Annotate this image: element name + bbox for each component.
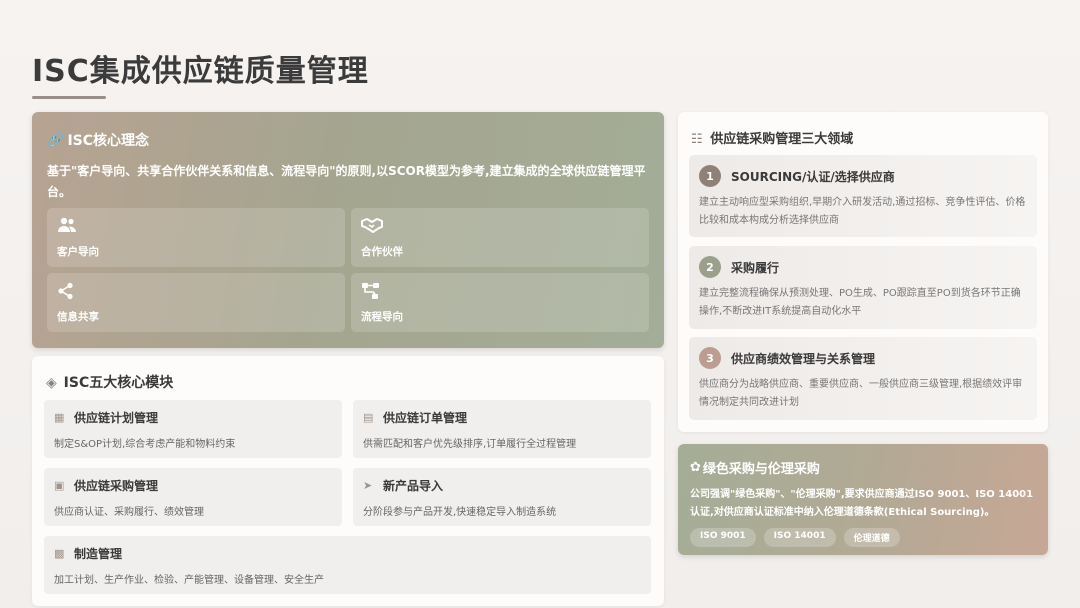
core-description: 基于"客户导向、共享合作伙伴关系和信息、流程导向"的原则,以SCOR模型为参考,… — [47, 164, 646, 199]
module-desc: 加工计划、生产作业、检验、产能管理、设备管理、安全生产 — [54, 575, 324, 586]
principle-partner: 合作伙伴 — [351, 208, 649, 267]
users-icon — [57, 217, 335, 239]
domain-title: SOURCING/认证/选择供应商 — [731, 169, 895, 184]
module-title: 供应链订单管理 — [383, 411, 468, 425]
module-desc: 分阶段参与产品开发,快速稳定导入制造系统 — [363, 507, 557, 518]
share-icon — [57, 282, 335, 304]
module-desc: 制定S&OP计划,综合考虑产能和物料约束 — [54, 439, 236, 450]
cart-icon: ▣ — [54, 479, 65, 492]
principle-label: 合作伙伴 — [361, 246, 403, 258]
tag-iso9001: ISO 9001 — [690, 528, 756, 547]
core-principles-grid: 客户导向 合作伙伴 信息共享 流程导向 — [47, 208, 649, 332]
procurement-domains-card: ☷ 供应链采购管理三大领域 1 SOURCING/认证/选择供应商 建立主动响应… — [678, 112, 1048, 432]
green-procurement-card: ✿ 绿色采购与伦理采购 公司强调"绿色采购"、"伦理采购",要求供应商通过ISO… — [678, 444, 1048, 555]
rocket-icon: ➤ — [363, 479, 373, 492]
cubes-icon: ◈ — [46, 375, 57, 391]
green-description: 公司强调"绿色采购"、"伦理采购",要求供应商通过ISO 9001、ISO 14… — [690, 489, 1034, 518]
module-title: 供应链采购管理 — [74, 479, 159, 493]
domain-title: 供应商绩效管理与关系管理 — [731, 351, 876, 366]
domain-desc: 建立完整流程确保从预测处理、PO生成、PO跟踪直至PO到货各环节正确操作,不断改… — [699, 288, 1021, 317]
domain-desc: 供应商分为战略供应商、重要供应商、一般供应商三级管理,根据绩效评审情况制定共同改… — [699, 379, 1023, 408]
module-desc: 供需匹配和客户优先级排序,订单履行全过程管理 — [363, 439, 577, 450]
green-heading: 绿色采购与伦理采购 — [702, 462, 820, 477]
leaf-icon: ✿ — [690, 460, 701, 475]
principle-label: 信息共享 — [57, 311, 99, 323]
link-icon: 🔗 — [47, 132, 65, 148]
principle-customer: 客户导向 — [47, 208, 345, 267]
module-planning: ▦ 供应链计划管理 制定S&OP计划,综合考虑产能和物料约束 — [44, 400, 342, 458]
principle-label: 流程导向 — [361, 311, 403, 323]
tag-list: ISO 9001 ISO 14001 伦理道德 — [690, 528, 1036, 547]
domain-sourcing: 1 SOURCING/认证/选择供应商 建立主动响应型采购组织,早期介入研发活动… — [689, 155, 1037, 237]
modules-heading: ISC五大核心模块 — [63, 375, 174, 391]
module-manufacturing: ▩ 制造管理 加工计划、生产作业、检验、产能管理、设备管理、安全生产 — [44, 536, 651, 594]
calendar-icon: ▦ — [54, 411, 65, 424]
step-number: 2 — [699, 256, 721, 278]
module-order: ▤ 供应链订单管理 供需匹配和客户优先级排序,订单履行全过程管理 — [353, 400, 651, 458]
module-title: 新产品导入 — [383, 479, 444, 493]
principle-info-share: 信息共享 — [47, 273, 345, 332]
tag-ethics: 伦理道德 — [843, 528, 900, 547]
principle-label: 客户导向 — [57, 246, 99, 258]
principle-process: 流程导向 — [351, 273, 649, 332]
step-number: 1 — [699, 165, 721, 187]
handshake-icon — [361, 217, 639, 239]
page-title: ISC集成供应链质量管理 — [32, 54, 369, 89]
module-npi: ➤ 新产品导入 分阶段参与产品开发,快速稳定导入制造系统 — [353, 468, 651, 526]
module-procurement: ▣ 供应链采购管理 供应商认证、采购履行、绩效管理 — [44, 468, 342, 526]
domain-desc: 建立主动响应型采购组织,早期介入研发活动,通过招标、竞争性评估、价格比较和成本构… — [699, 197, 1026, 226]
clipboard-icon: ▤ — [363, 411, 374, 424]
domain-title: 采购履行 — [731, 260, 780, 275]
step-number: 3 — [699, 347, 721, 369]
sitemap-icon: ☷ — [691, 132, 703, 147]
tag-iso14001: ISO 14001 — [763, 528, 836, 547]
domain-fulfillment: 2 采购履行 建立完整流程确保从预测处理、PO生成、PO跟踪直至PO到货各环节正… — [689, 246, 1037, 329]
core-concept-card: 🔗 ISC核心理念 基于"客户导向、共享合作伙伴关系和信息、流程导向"的原则,以… — [32, 112, 664, 348]
module-title: 制造管理 — [74, 547, 123, 561]
flow-icon — [361, 282, 639, 304]
factory-icon: ▩ — [54, 547, 65, 560]
five-modules-card: ◈ ISC五大核心模块 ▦ 供应链计划管理 制定S&OP计划,综合考虑产能和物料约… — [32, 356, 664, 606]
module-title: 供应链计划管理 — [74, 411, 159, 425]
domains-heading: 供应链采购管理三大领域 — [710, 132, 854, 147]
core-heading: ISC核心理念 — [67, 133, 150, 149]
module-desc: 供应商认证、采购履行、绩效管理 — [54, 507, 204, 518]
title-underline — [32, 96, 106, 99]
domain-supplier-performance: 3 供应商绩效管理与关系管理 供应商分为战略供应商、重要供应商、一般供应商三级管… — [689, 337, 1037, 420]
